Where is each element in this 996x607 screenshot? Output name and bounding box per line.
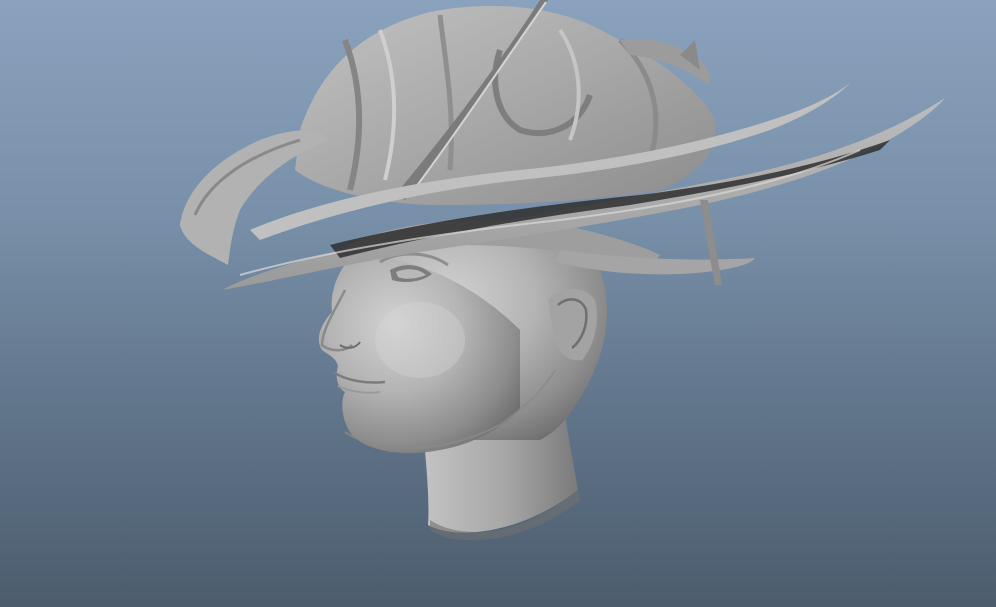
3d-viewport[interactable] bbox=[0, 0, 996, 607]
rendered-model bbox=[180, 0, 945, 541]
head bbox=[318, 224, 607, 541]
hat bbox=[180, 0, 945, 290]
